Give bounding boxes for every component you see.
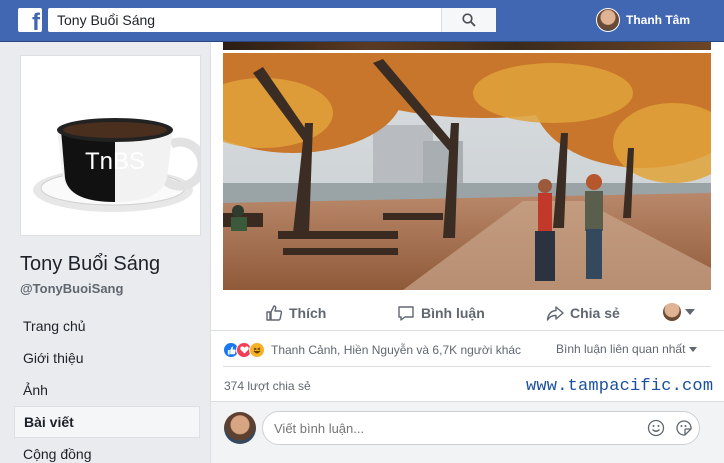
actor-avatar	[663, 303, 681, 321]
user-name: Thanh Tâm	[626, 13, 691, 27]
comment-button[interactable]: Bình luận	[397, 295, 485, 331]
search-icon	[462, 13, 476, 27]
comment-sort-label: Bình luận liên quan nhất	[556, 342, 686, 356]
comment-input-box	[262, 411, 700, 445]
facebook-logo[interactable]: f	[18, 8, 42, 32]
share-button[interactable]: Chia sẻ	[546, 295, 620, 331]
search-button[interactable]	[441, 8, 496, 32]
page-nav: Trang chủ Giới thiệu Ảnh Bài viết Cộng đ…	[14, 310, 200, 463]
haha-reaction-icon	[249, 342, 265, 358]
nav-item-community[interactable]: Cộng đồng	[14, 438, 200, 463]
reaction-names: Thanh Cảnh, Hiền Nguyễn và 6,7K người kh…	[271, 343, 522, 357]
caret-down-icon	[685, 309, 695, 315]
comment-label: Bình luận	[421, 305, 485, 321]
nav-item-photos[interactable]: Ảnh	[14, 374, 200, 406]
user-avatar	[596, 8, 620, 32]
reaction-summary[interactable]: Thanh Cảnh, Hiền Nguyễn và 6,7K người kh…	[223, 338, 521, 362]
autumn-park-image	[223, 53, 711, 290]
post-actions-bar: Thích Bình luận Chia sẻ	[211, 295, 724, 331]
comment-input[interactable]	[263, 412, 623, 444]
comment-icon	[398, 306, 414, 321]
sticker-icon[interactable]	[675, 419, 693, 437]
search-input[interactable]	[48, 8, 448, 32]
thumbs-up-icon	[266, 305, 283, 321]
coffee-cup-logo: TnBS	[33, 118, 207, 212]
divider	[223, 366, 711, 367]
top-navigation-bar: f Thanh Tâm	[0, 0, 724, 42]
profile-link[interactable]: Thanh Tâm	[596, 8, 690, 32]
page-profile-picture[interactable]: TnBS	[20, 55, 207, 236]
comment-sort-dropdown[interactable]: Bình luận liên quan nhất	[556, 342, 698, 356]
emoji-icon[interactable]	[647, 419, 665, 437]
like-label: Thích	[289, 305, 327, 321]
share-label: Chia sẻ	[570, 305, 620, 321]
nav-item-posts[interactable]: Bài viết	[14, 406, 200, 438]
caret-down-icon	[689, 346, 698, 352]
post-card: Thích Bình luận Chia sẻ Thanh Cảnh, Hiền…	[210, 42, 724, 463]
share-count[interactable]: 374 lượt chia sẻ	[224, 379, 311, 393]
share-arrow-icon	[546, 306, 564, 321]
post-as-selector[interactable]	[663, 303, 695, 321]
nav-item-home[interactable]: Trang chủ	[14, 310, 200, 342]
page-name[interactable]: Tony Buổi Sáng	[20, 253, 160, 276]
previous-photo-strip[interactable]	[223, 42, 711, 50]
like-button[interactable]: Thích	[265, 295, 326, 331]
comment-composer	[211, 401, 724, 463]
page-handle[interactable]: @TonyBuoiSang	[20, 281, 123, 296]
page-logo-text: TnBS	[85, 148, 145, 175]
commenter-avatar	[224, 412, 256, 444]
watermark-text: www.tampacific.com	[526, 377, 714, 396]
post-photo[interactable]	[223, 53, 711, 290]
search-box	[48, 8, 496, 32]
nav-item-about[interactable]: Giới thiệu	[14, 342, 200, 374]
